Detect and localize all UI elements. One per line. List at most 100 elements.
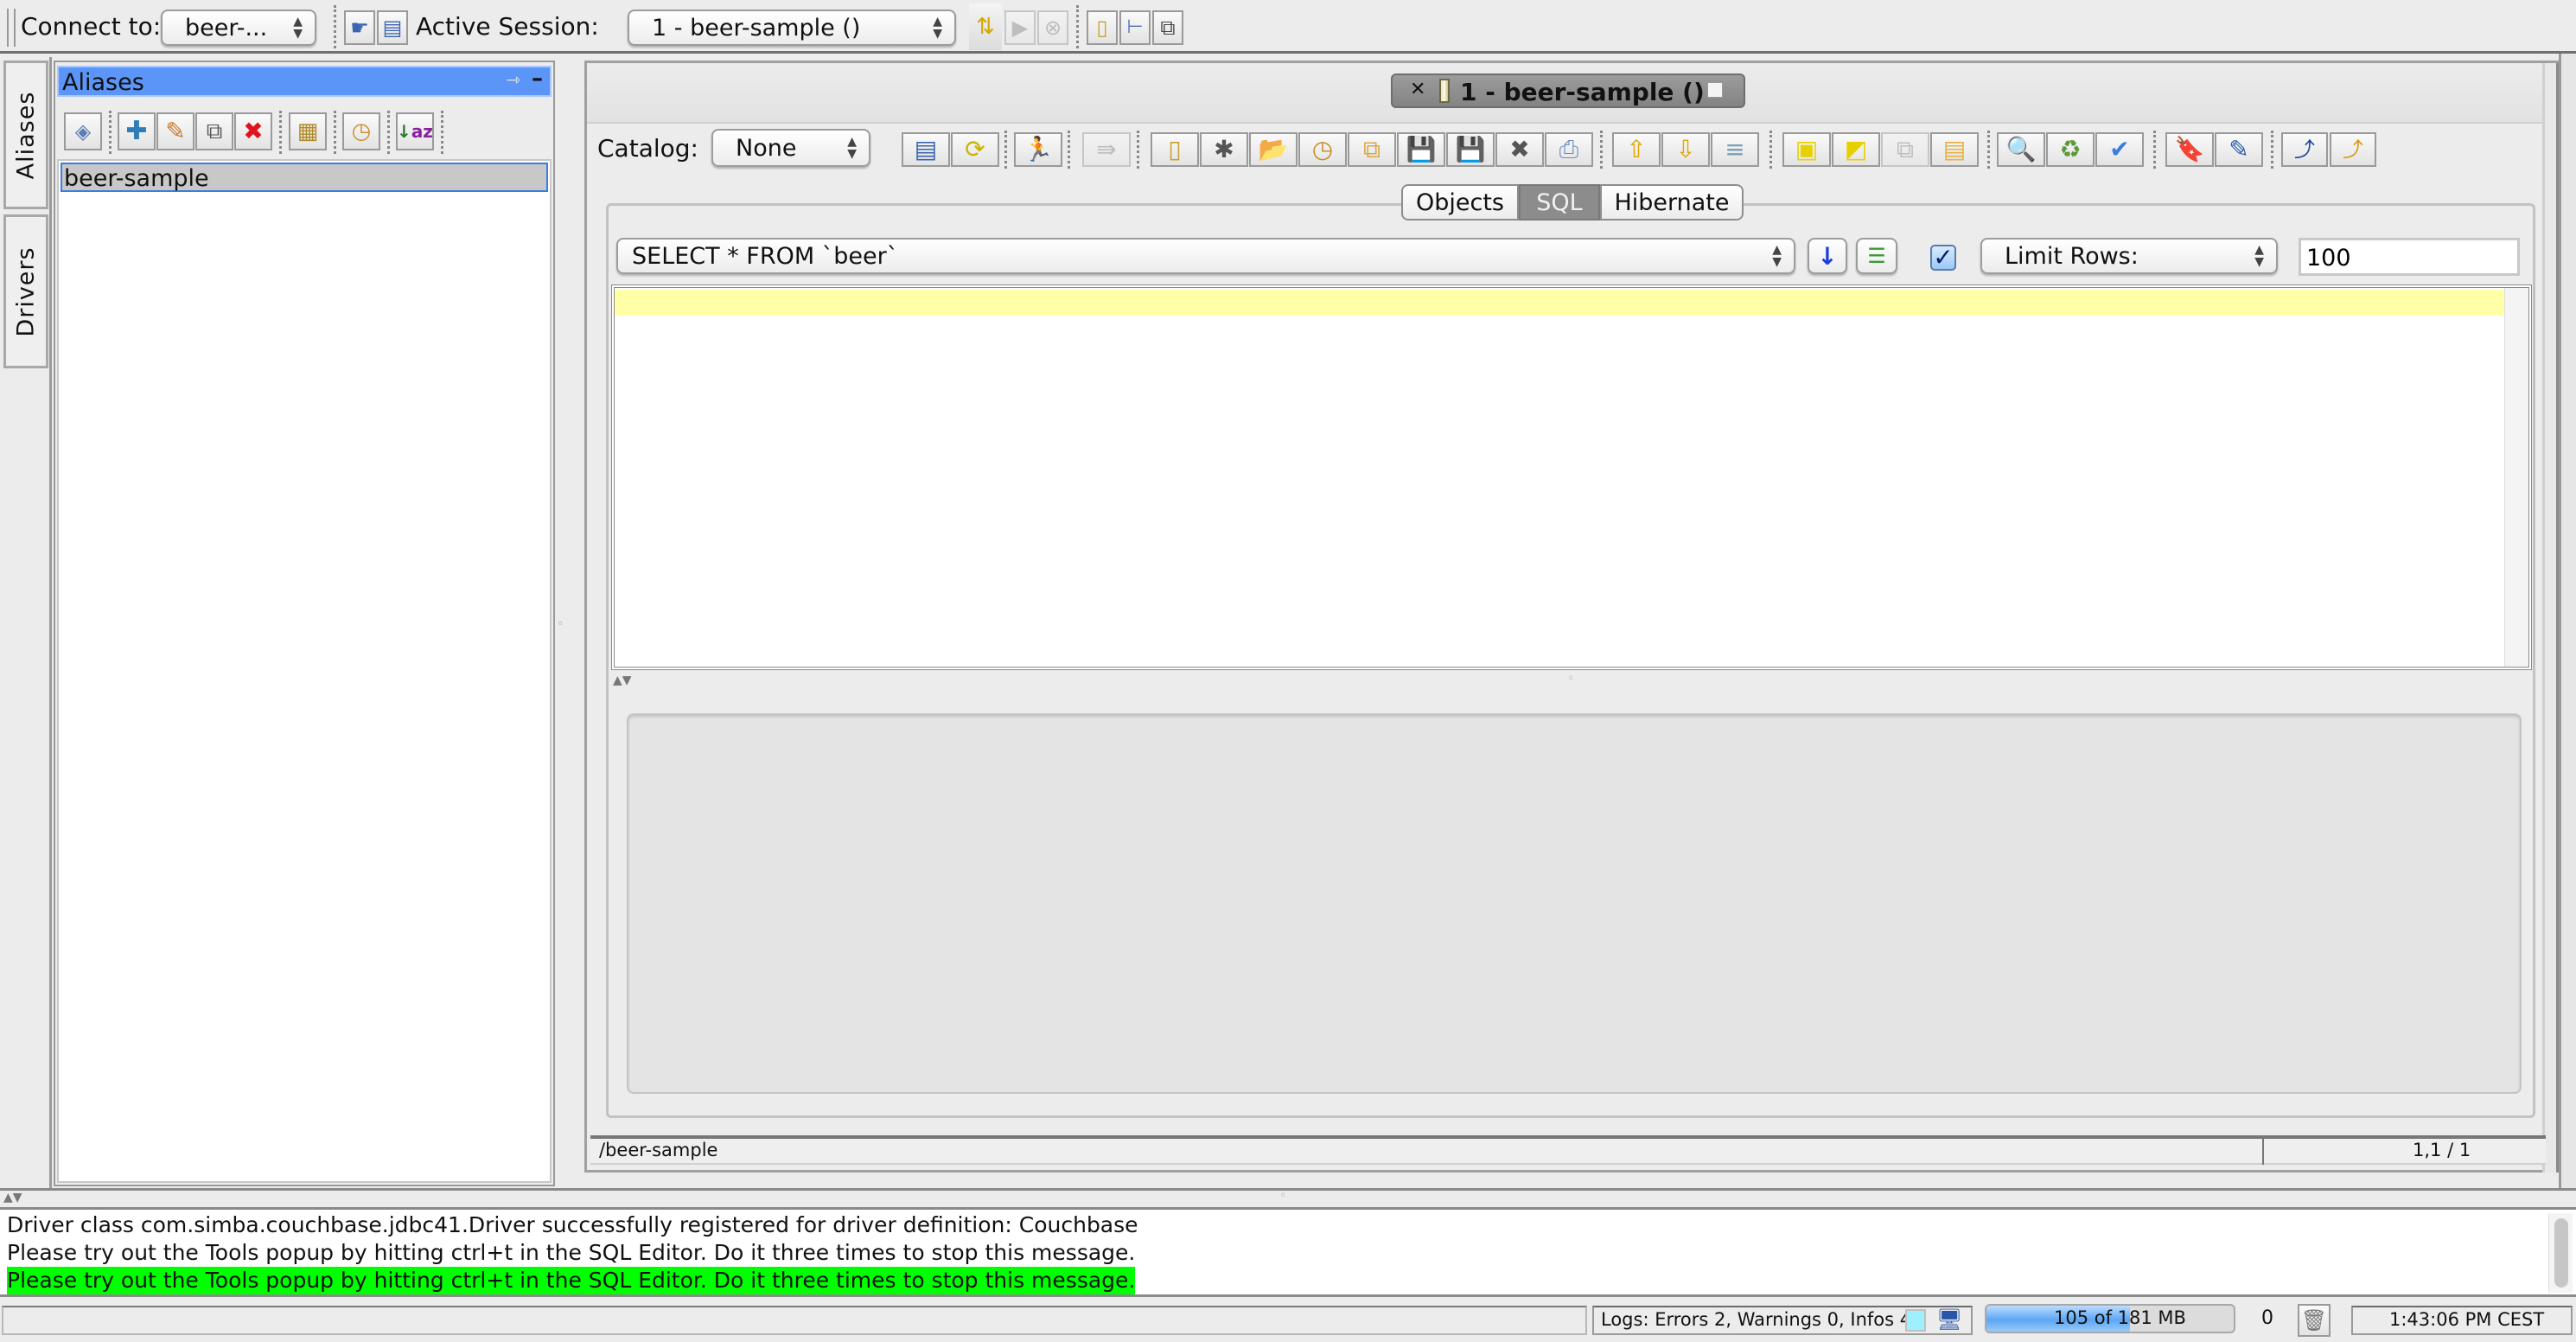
edit-alias-button[interactable]: ✎ [156,112,194,150]
tab-hibernate[interactable]: Hibernate [1600,184,1744,220]
run-button[interactable]: ▶ [1004,10,1036,45]
print-button[interactable]: ⎙ [1545,132,1593,167]
tab-objects[interactable]: Objects [1401,184,1519,220]
refresh-button[interactable]: ⟳ [951,132,999,167]
object-tree-button[interactable]: ⊢ [1119,10,1151,45]
next-statement-button[interactable]: ⇩ [1661,132,1710,167]
select-statement-button[interactable]: ≡ [1711,132,1759,167]
active-session-value: 1 - beer-sample () [652,14,861,42]
add-icon: ✚ [125,116,148,146]
minimize-icon[interactable]: – [532,66,543,92]
edit-bookmarks-button[interactable]: ✎ [2215,132,2263,167]
results-pin-button[interactable]: ▤ [1930,132,1979,167]
log-scrollbar-thumb[interactable] [2554,1218,2568,1288]
logs-summary-field[interactable]: Logs: Errors 2, Warnings 0, Infos 40 🖥 [1592,1306,1973,1335]
connect-label: Connect to: [21,12,162,41]
new-session-button[interactable]: ☛ [344,10,375,45]
new-file-wizard-button[interactable]: ✱ [1200,132,1248,167]
execute-button[interactable]: 🏃 [1014,132,1062,167]
export-results-button[interactable]: ⤴ [2281,132,2328,167]
collapse-expand-arrows-icon[interactable]: ▲▼ [3,1191,22,1205]
active-session-select[interactable]: 1 - beer-sample () ▲ ▼ [628,10,956,46]
results-tab-button[interactable]: ▣ [1782,132,1831,167]
new-object-tree-button[interactable]: ▯ [1087,10,1118,45]
status-divider [2262,1139,2264,1165]
side-tab-drivers[interactable]: Drivers [3,214,48,368]
search-icon: 🔍 [2005,135,2037,163]
results-cursor-button[interactable]: ◩ [1832,132,1880,167]
select-arrows-icon: ▲ ▼ [933,15,942,41]
commit-button[interactable]: ⇅ [969,3,1002,50]
toolbar-separator [1004,131,1007,169]
log-splitter[interactable]: ▲▼ ◦ [0,1188,2576,1207]
copy-alias-button[interactable]: ⧉ [195,112,233,150]
log-level-indicator[interactable] [1905,1309,1926,1332]
collapse-expand-arrows-icon[interactable]: ▲▼ [613,674,632,687]
history-list-button[interactable]: ☰ [1856,238,1897,274]
connect-to-select[interactable]: beer-... ▲ ▼ [161,10,316,46]
select-arrows-icon: ▲ ▼ [2254,243,2264,269]
sql-history-select[interactable]: SELECT * FROM `beer` ▲ ▼ [616,238,1795,274]
execute-all-button[interactable]: ⇛ [1082,132,1131,167]
recent-files-button[interactable]: ◷ [1298,132,1347,167]
new-table-button[interactable]: ▦ [289,112,327,150]
append-file-button[interactable]: ⧉ [1348,132,1396,167]
close-tab-icon[interactable]: ✕ [1410,79,1425,100]
new-sql-worksheet-button[interactable]: ▤ [377,10,408,45]
alias-list-item[interactable]: beer-sample [61,163,548,192]
vertical-splitter-grip[interactable]: ◦ [557,617,564,631]
sort-button[interactable]: ↓az [396,112,434,150]
new-file-button[interactable]: ▯ [1151,132,1199,167]
stop-button[interactable]: ⊗ [1037,10,1068,45]
append-file-icon: ⧉ [1363,135,1380,163]
editor-scrollbar[interactable] [2504,288,2528,667]
validate-button[interactable]: ✔ [2095,132,2144,167]
tab-sql[interactable]: SQL [1519,184,1600,220]
sql-history-button[interactable]: ▤ [902,132,950,167]
session-tab[interactable]: ✕ 1 - beer-sample () [1391,73,1745,108]
statement-list-icon: ≡ [1725,135,1745,163]
memory-label: 105 of 181 MB [2054,1307,2186,1328]
previous-statement-button[interactable]: ⇧ [1612,132,1661,167]
log-viewer-icon[interactable]: 🖥 [1936,1307,1962,1332]
edit-icon: ✎ [165,117,186,145]
limit-rows-select[interactable]: Limit Rows: ▲ ▼ [1980,238,2278,274]
log-scrollbar[interactable] [2548,1213,2573,1293]
history-button[interactable]: ◷ [342,112,380,150]
toolbar-separator [2153,131,2156,169]
horizontal-splitter-grip[interactable]: ◦ [1567,672,1574,686]
bookmark-icon: 🔖 [2174,135,2205,163]
garbage-collect-button[interactable]: 🗑 [2298,1304,2331,1337]
delete-alias-button[interactable]: ✖ [234,112,272,150]
detach-tab-icon[interactable] [1707,82,1723,98]
pin-icon[interactable]: ⇾ [506,69,520,90]
add-alias-button[interactable]: ✚ [118,112,156,150]
side-tab-aliases[interactable]: Aliases [3,61,48,209]
log-splitter-grip[interactable]: ◦ [1279,1189,1286,1203]
recent-files-icon: ◷ [1311,135,1334,163]
toolbar-separator [1137,131,1139,169]
limit-rows-checkbox[interactable]: ✓ [1930,245,1956,271]
log-area[interactable]: Driver class com.simba.couchbase.jdbc41.… [0,1207,2576,1297]
trash-icon: 🗑 [2300,1308,2328,1332]
connect-alias-button[interactable]: ◈ [64,112,102,150]
close-file-button[interactable]: ✖ [1495,132,1544,167]
limit-rows-input[interactable] [2301,240,2519,275]
tools-button[interactable]: ♻ [2046,132,2095,167]
open-file-button[interactable]: 📂 [1249,132,1298,167]
paste-history-button[interactable]: ↓ [1808,238,1847,274]
bookmark-button[interactable]: 🔖 [2165,132,2214,167]
save-as-button[interactable]: 💾 [1446,132,1495,167]
memory-gauge[interactable]: 105 of 181 MB [1985,1304,2235,1333]
toolbar-grip[interactable] [7,9,16,47]
results-close-all-button[interactable]: ⧉ [1881,132,1929,167]
run-icon: ▶ [1011,16,1029,40]
export-file-button[interactable]: ⤴ [2330,132,2376,167]
toolbar-separator [1987,131,1990,169]
catalog-select[interactable]: None ▲ ▼ [711,129,870,167]
aliases-list[interactable]: beer-sample [57,159,552,1183]
sql-editor[interactable] [611,284,2532,670]
find-button[interactable]: 🔍 [1997,132,2045,167]
save-button[interactable]: 💾 [1397,132,1445,167]
copy-session-button[interactable]: ⧉ [1152,10,1183,45]
